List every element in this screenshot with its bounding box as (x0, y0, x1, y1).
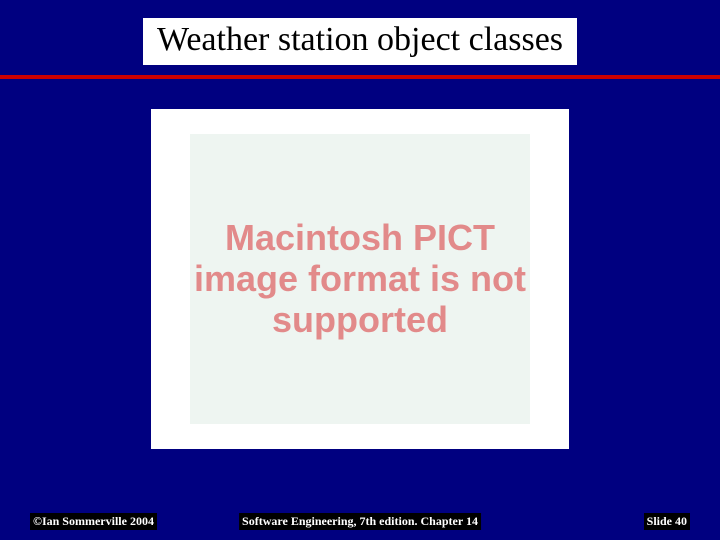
image-format-error: Macintosh PICT image format is not suppo… (190, 217, 530, 341)
footer-page: Slide 40 (644, 513, 690, 530)
footer-copyright: ©Ian Sommerville 2004 (30, 513, 157, 530)
title-area: Weather station object classes (0, 0, 720, 65)
footer-center: Software Engineering, 7th edition. Chapt… (239, 513, 481, 530)
content-inner-box: Macintosh PICT image format is not suppo… (190, 134, 530, 424)
content-outer-box: Macintosh PICT image format is not suppo… (151, 109, 569, 449)
title-underline (0, 75, 720, 79)
slide-title: Weather station object classes (143, 18, 577, 65)
